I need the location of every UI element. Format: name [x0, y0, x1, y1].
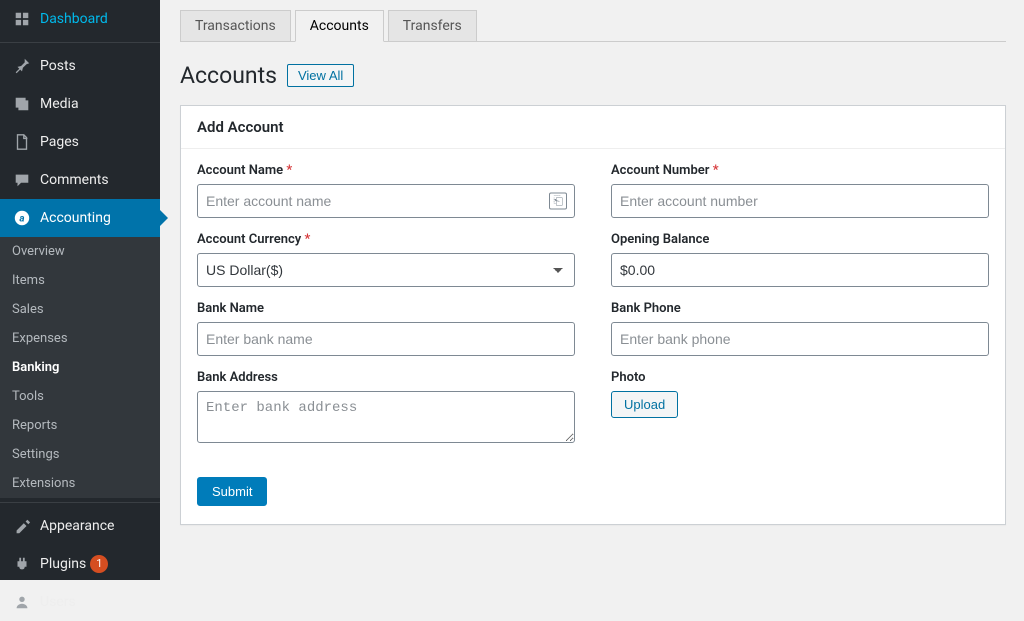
accounting-icon: a [12, 208, 32, 228]
menu-label: Media [40, 96, 79, 112]
upload-button[interactable]: Upload [611, 391, 678, 418]
add-account-panel: Add Account Account Name * ⎗ Account Num… [180, 105, 1006, 525]
field-photo: Photo Upload [611, 370, 989, 443]
submenu-overview[interactable]: Overview [0, 237, 160, 266]
panel-footer: Submit [181, 463, 1005, 524]
field-account-number: Account Number * [611, 163, 989, 218]
menu-label: Plugins [40, 556, 86, 572]
required-icon: * [713, 163, 719, 178]
menu-media[interactable]: Media [0, 85, 160, 123]
admin-sidebar: Dashboard Posts Media Pages Comments a A… [0, 0, 160, 580]
pages-icon [12, 132, 32, 152]
active-pointer-icon [160, 210, 168, 226]
field-bank-phone: Bank Phone [611, 301, 989, 356]
label-account-name: Account Name * [197, 163, 575, 178]
appearance-icon [12, 516, 32, 536]
menu-comments[interactable]: Comments [0, 161, 160, 199]
bank-phone-input[interactable] [611, 322, 989, 356]
submenu-sales[interactable]: Sales [0, 295, 160, 324]
bank-address-textarea[interactable] [197, 391, 575, 443]
menu-plugins[interactable]: Plugins 1 [0, 545, 160, 583]
bank-name-input[interactable] [197, 322, 575, 356]
field-opening-balance: Opening Balance [611, 232, 989, 287]
menu-posts[interactable]: Posts [0, 47, 160, 85]
plugins-icon [12, 554, 32, 574]
submenu-items[interactable]: Items [0, 266, 160, 295]
field-account-currency: Account Currency * US Dollar($) [197, 232, 575, 287]
menu-separator [0, 502, 160, 503]
menu-separator [0, 42, 160, 43]
account-number-input[interactable] [611, 184, 989, 218]
tab-accounts[interactable]: Accounts [295, 10, 384, 42]
label-photo: Photo [611, 370, 989, 385]
dashboard-icon [12, 9, 32, 29]
menu-label: Pages [40, 134, 79, 150]
input-wrap: ⎗ [197, 184, 575, 218]
plugins-badge: 1 [90, 555, 108, 572]
menu-appearance[interactable]: Appearance [0, 507, 160, 545]
field-account-name: Account Name * ⎗ [197, 163, 575, 218]
field-bank-address: Bank Address [197, 370, 575, 443]
required-icon: * [304, 232, 310, 247]
menu-label: Posts [40, 58, 76, 74]
submit-button[interactable]: Submit [197, 477, 267, 506]
view-all-button[interactable]: View All [287, 64, 354, 87]
label-account-currency: Account Currency * [197, 232, 575, 247]
menu-dashboard[interactable]: Dashboard [0, 0, 160, 38]
media-icon [12, 94, 32, 114]
menu-pages[interactable]: Pages [0, 123, 160, 161]
label-bank-address: Bank Address [197, 370, 575, 385]
submenu-extensions[interactable]: Extensions [0, 469, 160, 498]
label-account-number: Account Number * [611, 163, 989, 178]
panel-title: Add Account [181, 106, 1005, 149]
required-icon: * [286, 163, 292, 178]
menu-label: Accounting [40, 210, 111, 226]
submenu-reports[interactable]: Reports [0, 411, 160, 440]
label-bank-phone: Bank Phone [611, 301, 989, 316]
label-bank-name: Bank Name [197, 301, 575, 316]
tab-transfers[interactable]: Transfers [388, 10, 477, 41]
menu-users[interactable]: Users [0, 583, 160, 621]
field-bank-name: Bank Name [197, 301, 575, 356]
submenu-tools[interactable]: Tools [0, 382, 160, 411]
users-icon [12, 592, 32, 612]
label-opening-balance: Opening Balance [611, 232, 989, 247]
page-header: Accounts View All [180, 62, 1006, 89]
opening-balance-input[interactable] [611, 253, 989, 287]
tab-transactions[interactable]: Transactions [180, 10, 291, 41]
account-name-input[interactable] [197, 184, 575, 218]
menu-accounting[interactable]: a Accounting [0, 199, 160, 237]
page-title: Accounts [180, 62, 277, 89]
form-body: Account Name * ⎗ Account Number * Accoun… [181, 149, 1005, 463]
comments-icon [12, 170, 32, 190]
content-tabs: Transactions Accounts Transfers [180, 10, 1006, 42]
menu-label: Appearance [40, 518, 114, 534]
menu-label: Users [40, 594, 76, 610]
submenu-expenses[interactable]: Expenses [0, 324, 160, 353]
account-currency-select[interactable]: US Dollar($) [197, 253, 575, 287]
menu-label: Comments [40, 172, 109, 188]
pin-icon [12, 56, 32, 76]
svg-text:a: a [19, 214, 24, 225]
submenu-banking[interactable]: Banking [0, 353, 160, 382]
submenu-settings[interactable]: Settings [0, 440, 160, 469]
main-content: Transactions Accounts Transfers Accounts… [160, 0, 1024, 580]
menu-label: Dashboard [40, 11, 108, 27]
submenu-accounting: Overview Items Sales Expenses Banking To… [0, 237, 160, 498]
